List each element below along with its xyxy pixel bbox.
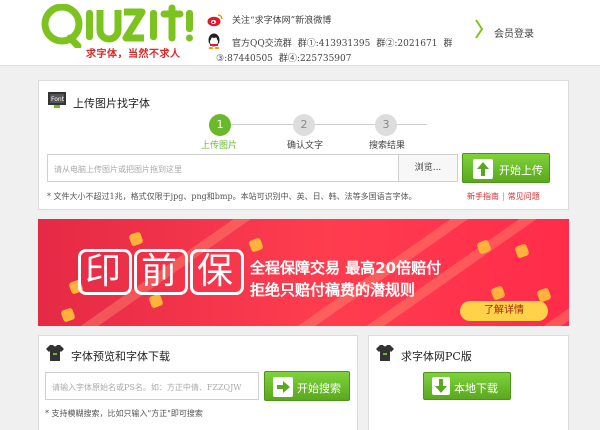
pc-version-title: 求字体网PC版	[401, 350, 472, 363]
upload-image-icon: Font	[47, 91, 67, 109]
svg-text:Font: Font	[51, 96, 65, 103]
start-upload-label: 开始上传	[499, 164, 543, 177]
start-search-button[interactable]: 开始搜索	[264, 371, 350, 401]
upload-note: * 文件大小不超过1兆，格式仅限于jpg、png和bmp。本站可识别中、英、日、…	[47, 192, 417, 201]
site-header: 求字体，当然不求人 关注“求字体网”新浪微博 官方QQ交流群 群①:4139313…	[0, 0, 600, 66]
upload-file-field[interactable]: 请从电脑上传图片或把图片拖到这里	[47, 154, 400, 182]
qq-group-1: 群①:413931395	[297, 39, 371, 49]
faq-link[interactable]: 常见问题	[508, 192, 540, 201]
chevron-right-icon	[474, 18, 484, 44]
qq-group-3: ③:87440505	[216, 54, 273, 64]
pc-version-panel: 求字体网PC版 本地下载	[368, 335, 569, 430]
banner-logo-chars: 印前保	[78, 249, 246, 295]
member-login-link[interactable]: 会员登录	[494, 25, 534, 40]
weibo-follow-link[interactable]: 关注“求字体网”新浪微博	[232, 13, 331, 26]
coin-decoration	[248, 237, 264, 253]
promo-banner[interactable]: 印前保 全程保障交易 最高20倍赔付 拒绝只赔付稿费的潜规则 了解详情	[38, 219, 569, 326]
step-3-label: 搜索结果	[369, 141, 406, 151]
upload-panel: Font 上传图片找字体 1 2 3 上传图片 确认文字 搜索结果 请从电脑上传…	[38, 80, 569, 210]
qq-group-2: 群②:2021671	[376, 39, 438, 49]
banner-char-3: 保	[190, 249, 245, 295]
qq-icon	[207, 33, 221, 49]
browse-button[interactable]: 浏览...	[398, 154, 458, 182]
banner-headline-2: 拒绝只赔付稿费的潜规则	[250, 281, 416, 299]
search-arrow-icon	[273, 377, 293, 397]
local-download-label: 本地下载	[454, 382, 498, 395]
step-1-circle: 1	[209, 114, 231, 136]
font-search-input[interactable]: 请输入字体原始名或PS名。如：方正中倩、FZZQJW	[45, 372, 259, 400]
font-preview-panel: 字体预览和字体下载 请输入字体原始名或PS名。如：方正中倩、FZZQJW 开始搜…	[38, 335, 358, 430]
start-upload-button[interactable]: 开始上传	[462, 153, 550, 183]
step-1-label: 上传图片	[201, 141, 238, 151]
down-arrow-icon	[432, 377, 450, 395]
coin-decoration	[60, 307, 76, 323]
tshirt-icon	[45, 344, 65, 362]
coin-decoration	[490, 285, 506, 301]
qq-group-list: 官方QQ交流群 群①:413931395 群②:2021671 群	[232, 36, 458, 49]
coin-decoration	[148, 293, 164, 309]
banner-char-2: 前	[134, 249, 189, 295]
weibo-icon[interactable]	[207, 12, 223, 27]
upload-title: 上传图片找字体	[73, 97, 150, 110]
coin-decoration	[514, 243, 530, 259]
local-download-button[interactable]: 本地下载	[423, 372, 511, 400]
tshirt-icon	[375, 344, 395, 362]
qq-group-list-cont: ③:87440505 群④:225735907	[216, 51, 358, 64]
qq-group-label: 官方QQ交流群	[232, 39, 292, 49]
coin-decoration	[128, 231, 144, 247]
banner-char-1: 印	[78, 249, 133, 295]
learn-more-button[interactable]: 了解详情	[460, 301, 548, 321]
preview-title: 字体预览和字体下载	[71, 350, 170, 363]
banner-headline-1: 全程保障交易 最高20倍赔付	[250, 259, 442, 277]
step-2-circle: 2	[293, 114, 315, 136]
help-links: 新手指南 | 常见问题	[467, 191, 540, 202]
start-search-label: 开始搜索	[297, 382, 341, 395]
up-arrow-icon	[473, 159, 493, 179]
link-separator: |	[502, 192, 505, 201]
qq-group-3-prefix: 群	[443, 39, 453, 49]
search-note: * 支持模糊搜索，比如只输入"方正"即可搜索	[45, 409, 203, 418]
step-3-circle: 3	[375, 114, 397, 136]
qq-group-4: 群④:225735907	[278, 54, 352, 64]
step-2-label: 确认文字	[287, 141, 324, 151]
site-slogan: 求字体，当然不求人	[86, 49, 181, 60]
beginner-guide-link[interactable]: 新手指南	[467, 192, 499, 201]
